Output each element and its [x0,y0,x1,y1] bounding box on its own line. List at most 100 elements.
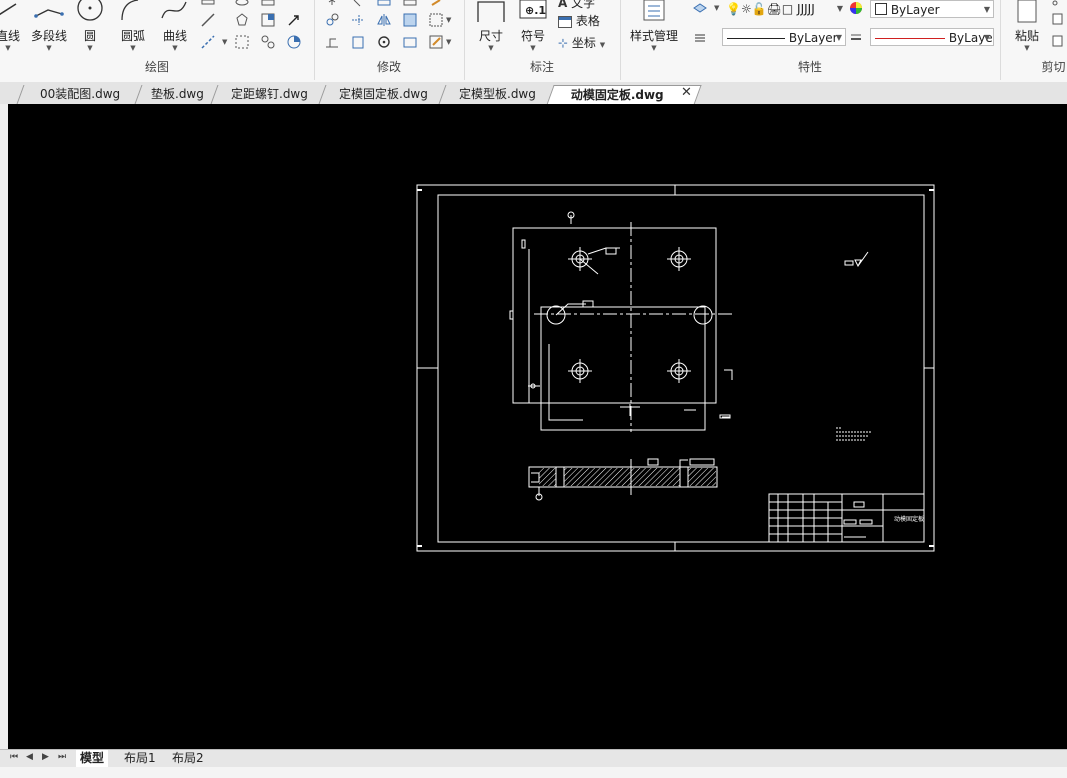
line-button[interactable]: 直线 ▼ [0,0,22,52]
title-block-tag-3 [859,519,873,525]
stretch-icon[interactable] [324,34,340,50]
lineweight-icon[interactable] [848,30,864,46]
arc-icon [121,0,139,21]
document-tabs: 00装配图.dwg 垫板.dwg 定距螺钉.dwg 定模固定板.dwg 定模型板… [0,82,1067,105]
chevron-down-icon: ▼ [172,44,178,52]
table-button[interactable]: 表格 [558,12,600,29]
paste-button[interactable]: 粘贴 ▼ [1010,0,1044,52]
trim-icon[interactable] [350,12,366,28]
table-icon [558,15,572,28]
next-layout-icon[interactable]: ▶ [42,752,49,762]
section-boss [679,459,688,467]
tab-spacer-screw[interactable]: 定距螺钉.dwg [210,85,327,104]
scale-icon[interactable] [350,34,366,50]
rotate-circle-icon[interactable] [376,34,392,50]
layer-state-icons: 💡☼🔓🖨□ [726,2,794,16]
title-block-tag-2 [843,519,857,525]
layer-properties-icon[interactable] [692,0,708,16]
lineweight-preview [875,38,945,39]
layer-combo[interactable]: 💡☼🔓🖨□ JJJJJ ▼ [722,0,846,18]
symbol-button[interactable]: ⊕.1 符号 ▼ [516,0,550,52]
tab-moving-mold-plate[interactable]: 动模固定板.dwg [546,85,702,105]
chevron-down-icon: ▼ [835,33,842,42]
chevron-down-icon: ▼ [488,44,494,52]
ray-icon[interactable] [200,34,216,50]
copy-icon[interactable] [324,12,340,28]
sheet-inner-frame [437,194,925,543]
color-combo[interactable]: ByLayer ▼ [870,0,994,18]
symbol-icon: ⊕.1 [519,0,547,19]
prev-layout-icon[interactable]: ◀ [26,752,33,762]
curve-button[interactable]: 曲线 ▼ [158,0,192,52]
close-icon[interactable]: ✕ [681,85,692,100]
lineweight-combo[interactable]: ByLayer ▼ [870,28,994,46]
hole-mid-right [693,305,713,325]
color-swatch-icon [875,3,887,15]
chevron-down-icon[interactable]: ▼ [446,16,451,24]
polyline-button[interactable]: 多段线 ▼ [28,0,70,52]
plate-inner-outline [540,306,706,431]
mirror-icon[interactable] [376,12,392,28]
fillet-icon[interactable] [402,12,418,28]
draw-panel-title: 绘图 [144,60,169,74]
match-properties-icon[interactable] [1050,34,1066,50]
chevron-down-icon[interactable]: ▼ [222,38,227,46]
tab-00-assembly[interactable]: 00装配图.dwg [16,85,143,104]
annotate-panel: 尺寸 ▼ ⊕.1 符号 ▼ A 文字 表格 ⊹ 坐标 ▼ 标注 [464,0,621,80]
chevron-down-icon: ▼ [5,44,11,52]
arc-button[interactable]: 圆弧 ▼ [116,0,150,52]
tab-fixed-mold-cavity[interactable]: 定模型板.dwg [438,85,555,104]
leader-top [579,247,620,275]
coordinate-button[interactable]: ⊹ 坐标 ▼ [558,34,605,51]
pick-arrow-icon[interactable] [286,12,302,28]
leader-top-tag [605,247,617,255]
dimension-button[interactable]: 尺寸 ▼ [474,0,508,52]
circle-icon [77,0,103,21]
construction-line-icon[interactable] [200,12,216,28]
polygon-icon[interactable] [234,12,250,28]
left-tick-top [521,239,526,249]
technical-notes-lines [836,427,872,441]
color-wheel-icon[interactable] [848,0,864,16]
sheet-outer-frame [416,184,935,552]
list-icon[interactable] [692,30,708,46]
drawing-svg: 动模固定板 [416,184,935,552]
drawing-canvas[interactable]: 动模固定板 [8,104,1067,749]
leader-mid [555,303,586,316]
chevron-down-icon[interactable]: ▼ [446,38,451,46]
title-block-rows [769,501,842,535]
text-button[interactable]: A 文字 [558,0,595,11]
title-block-tag [853,501,865,508]
style-manager-button[interactable]: 样式管理 ▼ [624,0,684,52]
copy-clip-icon[interactable] [1050,12,1066,28]
sheet-corner-marks [417,189,934,547]
wipeout-icon[interactable] [286,34,302,50]
curve-icon [161,1,187,19]
left-tick-mid [509,310,514,320]
tab-layout1[interactable]: 布局1 [124,750,156,767]
hatch-icon[interactable] [260,12,276,28]
chevron-down-icon: ▼ [836,4,843,13]
break-icon[interactable] [428,12,444,28]
chevron-down-icon[interactable]: ▼ [714,4,719,12]
tab-fixed-mold-plate[interactable]: 定模固定板.dwg [318,85,447,104]
edit-properties-icon[interactable] [428,34,444,50]
section-hatch-center [564,468,680,486]
explode-icon[interactable] [402,34,418,50]
circle-button[interactable]: 圆 ▼ [76,0,104,52]
first-layout-icon[interactable]: ⏮ [10,752,18,762]
chevron-down-icon: ▼ [1024,44,1030,52]
surface-finish-symbol [844,251,869,268]
tab-model[interactable]: 模型 [76,750,109,767]
linetype-combo[interactable]: ByLayer ▼ [722,28,846,46]
region-icon[interactable] [234,34,250,50]
chevron-down-icon: ▼ [599,41,606,49]
tab-backing-plate[interactable]: 垫板.dwg [134,85,219,104]
last-layout-icon[interactable]: ⏭ [58,752,66,762]
command-line[interactable] [0,767,1067,778]
clipboard-panel-title: 剪切 [1041,60,1066,74]
tab-layout2[interactable]: 布局2 [172,750,204,767]
blocks-icon[interactable] [260,34,276,50]
modify-panel: ▼ ▼ 修改 [314,0,465,80]
chevron-down-icon: ▼ [46,44,52,52]
